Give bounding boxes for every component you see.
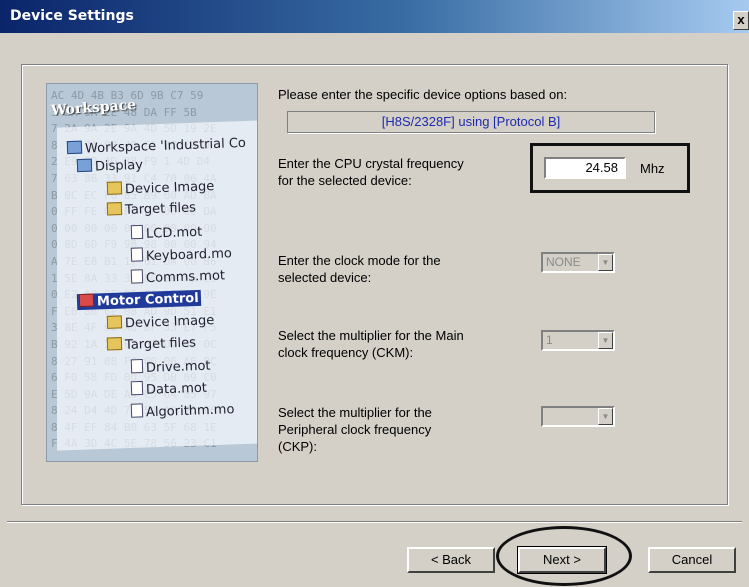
title-bar[interactable]: Device Settings x [0,0,749,33]
folder-icon [106,202,123,216]
wizard-illustration: AC 4D 4B B3 6D 9B C7 59 3 2A 9A 2E 48 DA… [46,83,258,462]
crystal-label-1: Enter the CPU crystal frequency [278,156,464,171]
folder-icon [106,337,123,351]
frequency-unit: Mhz [640,161,665,176]
button-separator [7,521,742,523]
peripheral-multiplier-select[interactable]: ▼ [541,406,615,427]
project-icon [78,293,95,308]
chevron-down-icon[interactable]: ▼ [598,332,613,349]
main-multiplier-select[interactable]: 1 ▼ [541,330,615,351]
main-multiplier-label-2: clock frequency (CKM): [278,345,414,360]
folder-icon [106,181,123,195]
clock-mode-value: NONE [546,255,581,269]
tree-item-lcd: LCD.mot [130,223,202,242]
chevron-down-icon[interactable]: ▼ [598,408,613,425]
cancel-button[interactable]: Cancel [648,547,736,573]
file-icon [130,380,144,396]
chevron-down-icon[interactable]: ▼ [598,254,613,271]
tree-item-comms: Comms.mot [130,266,225,286]
crystal-label-2: for the selected device: [278,173,412,188]
folder-icon [106,315,123,329]
peripheral-multiplier-label-3: (CKP): [278,439,317,454]
tree-item-drive: Drive.mot [130,357,211,377]
peripheral-multiplier-label-1: Select the multiplier for the [278,405,432,420]
close-button[interactable]: x [733,11,749,30]
highlight-ellipse [496,526,632,586]
main-multiplier-label-1: Select the multiplier for the Main [278,328,464,343]
file-icon [130,247,144,262]
file-icon [130,269,144,284]
clock-mode-label-1: Enter the clock mode for the [278,253,441,268]
file-icon [130,358,144,374]
back-button[interactable]: < Back [407,547,495,573]
main-multiplier-value: 1 [546,333,553,347]
tree-item-algorithm: Algorithm.mo [130,400,235,421]
tree-item-target-files: Target files [106,199,196,218]
tree-item-display: Display [76,157,143,175]
window-title: Device Settings [10,8,134,24]
device-info-field: [H8S/2328F] using [Protocol B] [287,111,655,133]
tree-item-target-files-2: Target files [106,334,196,353]
file-icon [130,224,144,240]
intro-text: Please enter the specific device options… [278,87,568,102]
clock-mode-select[interactable]: NONE ▼ [541,252,615,273]
peripheral-multiplier-label-2: Peripheral clock frequency [278,422,432,437]
clock-mode-label-2: selected device: [278,270,372,285]
workspace-icon [66,140,83,155]
crystal-frequency-input[interactable]: 24.58 [544,157,626,179]
tree-item-keyboard: Keyboard.mo [130,244,232,265]
device-settings-dialog: Device Settings x AC 4D 4B B3 6D 9B C7 5… [0,0,749,587]
display-icon [76,158,93,173]
tree-item-data: Data.mot [130,379,207,399]
file-icon [130,403,144,418]
